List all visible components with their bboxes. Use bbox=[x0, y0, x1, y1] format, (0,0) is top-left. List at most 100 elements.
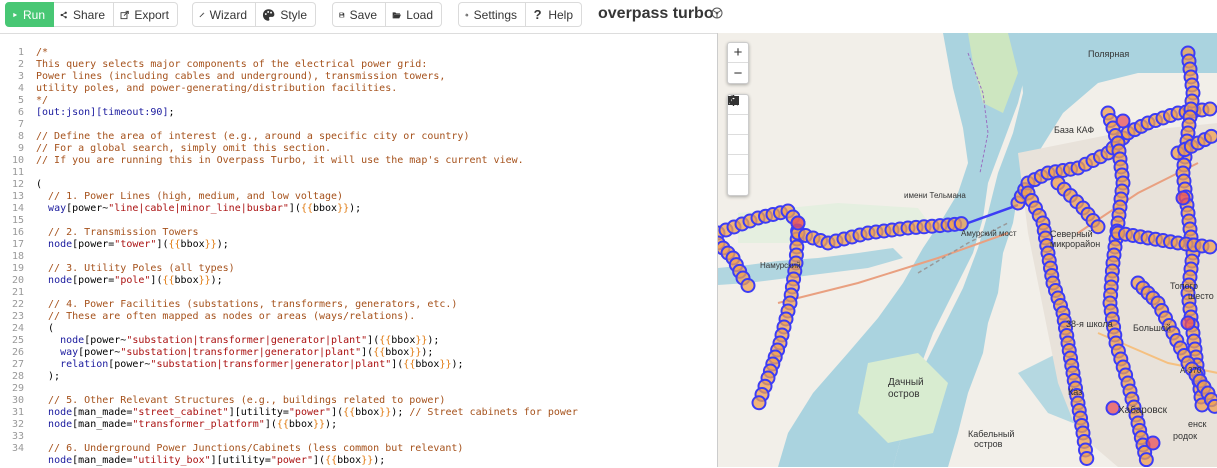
clear-button[interactable] bbox=[728, 95, 748, 195]
power-marker[interactable] bbox=[1180, 315, 1196, 331]
settings-button[interactable]: Settings bbox=[458, 2, 526, 27]
power-marker[interactable] bbox=[740, 278, 756, 293]
zoom-out-button[interactable]: − bbox=[728, 63, 748, 83]
line-number: 34 bbox=[11, 443, 24, 454]
load-button[interactable]: Load bbox=[386, 2, 442, 27]
ban-icon bbox=[728, 95, 739, 106]
line-number: 7 bbox=[17, 119, 24, 130]
code-line: // 3. Utility Poles (all types) bbox=[36, 263, 235, 274]
line-number: 24 bbox=[11, 323, 24, 334]
code-line: This query selects major components of t… bbox=[36, 59, 428, 70]
help-button[interactable]: ? Help bbox=[526, 2, 582, 27]
line-number: 15 bbox=[11, 215, 24, 226]
power-marker[interactable] bbox=[1138, 452, 1154, 467]
map-label: Каз bbox=[1068, 387, 1083, 397]
code-line: // Define the area of interest (e.g., ar… bbox=[36, 131, 470, 142]
code-line: // 5. Other Relevant Structures (e.g., b… bbox=[36, 395, 446, 406]
line-number: 14 bbox=[11, 203, 24, 214]
palette-icon bbox=[262, 8, 275, 21]
load-label: Load bbox=[406, 7, 433, 22]
line-number: 19 bbox=[11, 263, 24, 274]
locate-button[interactable] bbox=[728, 95, 748, 135]
export-button[interactable]: Export bbox=[114, 2, 178, 27]
run-button[interactable]: Run bbox=[5, 2, 54, 27]
power-marker[interactable] bbox=[751, 395, 767, 411]
fit-data-button[interactable] bbox=[728, 96, 748, 175]
play-icon bbox=[13, 12, 18, 17]
power-marker[interactable] bbox=[1202, 101, 1217, 117]
map-label: Большой bbox=[1133, 323, 1171, 333]
map-label: 38-я школа bbox=[1066, 319, 1113, 329]
map-view[interactable]: + − Полярная База КАФ имени Тельмана Аму… bbox=[717, 33, 1217, 467]
map-label: енск bbox=[1188, 419, 1207, 429]
map-label: Северный bbox=[1050, 229, 1093, 239]
power-marker[interactable] bbox=[1090, 219, 1106, 235]
line-number: 28 bbox=[11, 371, 24, 382]
code-line: node[man_made="utility_box"][utility="po… bbox=[48, 455, 386, 466]
zoom-in-button[interactable]: + bbox=[728, 43, 748, 63]
line-number: 13 bbox=[11, 191, 24, 202]
save-icon bbox=[339, 12, 345, 17]
style-label: Style bbox=[280, 7, 307, 22]
export-icon bbox=[120, 10, 129, 19]
code-line: // These are often mapped as nodes or ar… bbox=[36, 311, 416, 322]
share-button[interactable]: Share bbox=[54, 2, 114, 27]
power-marker[interactable] bbox=[790, 215, 806, 231]
line-number: 30 bbox=[11, 395, 24, 406]
code-line: node[power~"substation|transformer|gener… bbox=[60, 335, 440, 346]
map-label: Топогр bbox=[1170, 281, 1198, 291]
code-line: // 1. Power Lines (high, medium, and low… bbox=[36, 191, 344, 202]
query-editor[interactable]: 1 2 3 4 5 6 7 8 9 10 11 12 13 14 15 16 17 18 19 20 21 22 23 24 2… bbox=[0, 33, 717, 468]
line-number: 21 bbox=[11, 287, 24, 298]
map-canvas[interactable] bbox=[718, 33, 1217, 467]
style-button[interactable]: Style bbox=[256, 2, 316, 27]
map-label: родок bbox=[1173, 431, 1198, 441]
save-button[interactable]: Save bbox=[332, 2, 386, 27]
line-number: 10 bbox=[11, 155, 24, 166]
line-number: 12 bbox=[11, 179, 24, 190]
map-label: Дачный bbox=[888, 377, 924, 388]
code-area[interactable]: /* This query selects major components o… bbox=[36, 47, 717, 467]
line-number: 11 bbox=[11, 167, 24, 178]
power-marker[interactable] bbox=[1203, 128, 1217, 144]
wizard-button[interactable]: Wizard bbox=[192, 2, 256, 27]
power-marker[interactable] bbox=[1145, 435, 1161, 451]
code-line: node[man_made="transformer_platform"]({{… bbox=[48, 419, 338, 430]
line-number: 8 bbox=[17, 131, 24, 142]
settings-label: Settings bbox=[473, 7, 517, 22]
map-label: База КАФ bbox=[1054, 125, 1095, 135]
code-line: // If you are running this in Overpass T… bbox=[36, 155, 524, 166]
share-icon bbox=[60, 11, 67, 18]
code-line: way[power~"line|cable|minor_line|busbar"… bbox=[48, 203, 362, 214]
line-number: 4 bbox=[17, 83, 24, 94]
power-marker[interactable] bbox=[1207, 398, 1217, 414]
code-line: way[power~"substation|transformer|genera… bbox=[60, 347, 434, 358]
map-label: имени Тельмана bbox=[904, 191, 966, 200]
code-line: */ bbox=[36, 95, 49, 106]
code-line: // For a global search, simply omit this… bbox=[36, 143, 332, 154]
logo-icon bbox=[711, 7, 723, 19]
line-number: 31 bbox=[11, 407, 24, 418]
export-label: Export bbox=[134, 7, 169, 22]
code-line: relation[power~"substation|transformer|g… bbox=[60, 359, 464, 370]
power-marker[interactable] bbox=[1079, 451, 1095, 466]
layers-button[interactable] bbox=[728, 96, 748, 155]
power-marker[interactable] bbox=[1115, 113, 1131, 129]
power-marker[interactable] bbox=[1175, 190, 1191, 206]
code-line: [out:json][timeout:90]; bbox=[36, 107, 175, 118]
map-label: Полярная bbox=[1088, 49, 1130, 59]
help-label: Help bbox=[548, 7, 573, 22]
map-label: микрорайон bbox=[1050, 239, 1101, 249]
power-marker[interactable] bbox=[1202, 239, 1217, 255]
code-line: ( bbox=[36, 179, 43, 190]
map-label: Намурский bbox=[760, 261, 801, 270]
wizard-label: Wizard bbox=[209, 7, 247, 22]
code-line: utility poles, and power-generating/dist… bbox=[36, 83, 398, 94]
map-label: А-370 bbox=[1180, 366, 1202, 375]
